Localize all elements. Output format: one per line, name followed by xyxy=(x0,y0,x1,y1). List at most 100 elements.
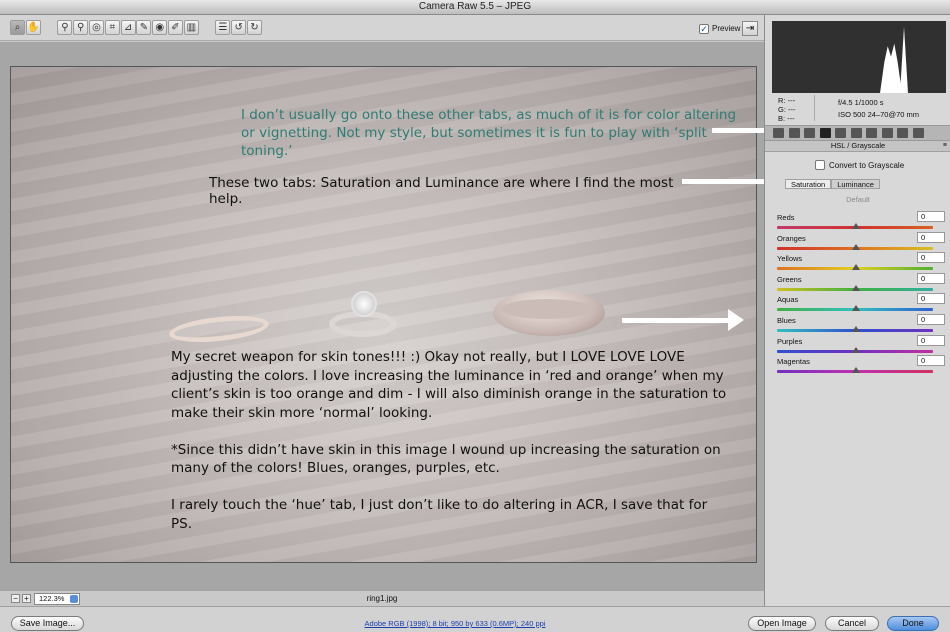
slider-value-field[interactable]: 0 xyxy=(917,211,945,222)
hsl-subtabs: Saturation Luminance xyxy=(785,179,880,189)
green-readout: G: --- xyxy=(778,105,796,114)
slider-greens: Greens 0 xyxy=(777,272,945,295)
fullscreen-mode-button[interactable]: ⇥ xyxy=(742,21,758,36)
preview-checkbox[interactable]: ✓ xyxy=(699,23,709,34)
cancel-button[interactable]: Cancel xyxy=(825,616,879,631)
tool-bar: ✓ Preview ⇥ ⌕ ✋ ⚲ ⚲ ◎ ⌗ ⊿ ✎ ◉ ✐ ▥ ☰ ↺ ↻ xyxy=(0,15,764,41)
slider-magentas: Magentas 0 xyxy=(777,355,945,377)
wedding-band-inner xyxy=(501,299,593,319)
done-button[interactable]: Done xyxy=(887,616,939,631)
slider-oranges: Oranges 0 xyxy=(777,231,945,254)
slider-value-field[interactable]: 0 xyxy=(917,293,945,305)
slider-thumb[interactable] xyxy=(852,243,860,250)
preview-toggle[interactable]: ✓ Preview xyxy=(699,23,740,34)
slider-thumb[interactable] xyxy=(852,367,860,374)
camera-info: R: --- G: --- B: --- f/4.5 1/1000 s ISO … xyxy=(772,95,946,123)
zoom-tool-icon[interactable]: ⌕ xyxy=(10,20,25,35)
slider-thumb[interactable] xyxy=(852,264,860,271)
histogram-peak xyxy=(880,43,902,93)
split-toning-tab-icon[interactable] xyxy=(835,128,846,138)
status-bar: − + 122.3% ring1.jpg xyxy=(0,590,764,606)
adjustment-panel: R: --- G: --- B: --- f/4.5 1/1000 s ISO … xyxy=(764,15,950,606)
slider-thumb[interactable] xyxy=(852,346,860,353)
slider-label: Reds xyxy=(777,213,795,222)
targeted-adjustment-tool-icon[interactable]: ◎ xyxy=(89,20,104,35)
extra-tab-icon[interactable] xyxy=(912,128,924,138)
basic-tab-icon[interactable] xyxy=(773,128,784,138)
white-balance-tool-icon[interactable]: ⚲ xyxy=(57,20,73,35)
window-title: Camera Raw 5.5 – JPEG xyxy=(0,0,950,15)
file-name: ring1.jpg xyxy=(366,594,398,603)
snapshots-tab-icon[interactable] xyxy=(897,128,908,138)
crop-tool-icon[interactable]: ⌗ xyxy=(104,20,120,35)
bottom-bar: Save Image... Adobe RGB (1998); 8 bit; 9… xyxy=(0,606,950,632)
convert-to-grayscale[interactable]: Convert to Grayscale xyxy=(815,160,904,170)
split-toning-caption: I don’t usually go onto these other tabs… xyxy=(241,107,737,159)
rotate-left-icon[interactable]: ↺ xyxy=(231,20,247,35)
red-readout: R: --- xyxy=(778,96,796,105)
slider-thumb[interactable] xyxy=(852,326,860,332)
slider-thumb[interactable] xyxy=(852,284,860,291)
slider-reds: Reds 0 xyxy=(777,211,945,233)
panel-menu-icon[interactable]: ≡ xyxy=(943,141,947,151)
hsl-tab-icon[interactable] xyxy=(819,128,831,138)
slider-label: Magentas xyxy=(777,357,810,367)
panel-tab-bar xyxy=(765,125,950,141)
aperture-shutter: f/4.5 1/1000 s xyxy=(838,98,884,107)
lens-tab-icon[interactable] xyxy=(850,128,862,138)
spot-removal-tool-icon[interactable]: ✎ xyxy=(136,20,152,35)
slider-aquas: Aquas 0 xyxy=(777,293,945,315)
slider-label: Purples xyxy=(777,336,803,346)
graduated-filter-icon[interactable]: ▥ xyxy=(183,20,199,35)
histogram-peak xyxy=(900,27,908,93)
slider-label: Oranges xyxy=(777,233,806,243)
rotate-right-icon[interactable]: ↻ xyxy=(247,20,262,35)
preview-label: Preview xyxy=(712,24,741,33)
camera-calibration-tab-icon[interactable] xyxy=(866,128,877,138)
info-divider xyxy=(814,95,815,121)
slider-yellows: Yellows 0 xyxy=(777,252,945,274)
color-sampler-tool-icon[interactable]: ⚲ xyxy=(73,20,89,35)
arrow-to-sliders xyxy=(622,309,744,331)
photo-preview[interactable]: I don’t usually go onto these other tabs… xyxy=(10,66,757,563)
straighten-tool-icon[interactable]: ⊿ xyxy=(120,20,136,35)
tone-curve-tab-icon[interactable] xyxy=(788,128,800,138)
body-caption: My secret weapon for skin tones!!! :) Ok… xyxy=(171,348,731,552)
histogram xyxy=(772,21,946,93)
open-image-button[interactable]: Open Image xyxy=(748,616,816,631)
blue-readout: B: --- xyxy=(778,114,795,123)
panel-header: HSL / Grayscale ≡ xyxy=(765,141,950,152)
default-button[interactable]: Default xyxy=(765,195,950,204)
slider-label: Blues xyxy=(777,316,796,325)
caption-paragraph: *Since this didn’t have skin in this ima… xyxy=(171,441,721,477)
slider-value-field[interactable]: 0 xyxy=(917,355,945,367)
caption-paragraph: My secret weapon for skin tones!!! :) Ok… xyxy=(171,349,727,421)
red-eye-tool-icon[interactable]: ◉ xyxy=(152,20,168,35)
image-viewer[interactable]: I don’t usually go onto these other tabs… xyxy=(0,42,764,590)
slider-thumb[interactable] xyxy=(852,305,860,312)
panel-title: HSL / Grayscale xyxy=(830,141,886,150)
slider-blues: Blues 0 xyxy=(777,314,945,336)
slider-value-field[interactable]: 0 xyxy=(917,314,945,325)
detail-tab-icon[interactable] xyxy=(804,128,815,138)
slider-value-field[interactable]: 0 xyxy=(917,334,945,346)
slider-purples: Purples 0 xyxy=(777,334,945,357)
tab-saturation[interactable]: Saturation xyxy=(785,179,832,189)
hand-tool-icon[interactable]: ✋ xyxy=(25,20,41,35)
rgb-readout: R: --- G: --- B: --- xyxy=(778,96,796,123)
iso-focal-length: ISO 500 24–70@70 mm xyxy=(838,110,919,119)
convert-checkbox[interactable] xyxy=(815,160,825,170)
exif-info: f/4.5 1/1000 s ISO 500 24–70@70 mm xyxy=(838,97,919,121)
slider-thumb[interactable] xyxy=(852,223,860,229)
adjustment-brush-icon[interactable]: ✐ xyxy=(168,20,183,35)
engagement-ring-diamond xyxy=(351,291,377,317)
presets-tab-icon[interactable] xyxy=(881,128,893,138)
slider-value-field[interactable]: 0 xyxy=(917,231,945,243)
preferences-icon[interactable]: ☰ xyxy=(215,20,231,35)
convert-label: Convert to Grayscale xyxy=(829,160,905,170)
tab-luminance[interactable]: Luminance xyxy=(831,179,880,189)
slider-label: Aquas xyxy=(777,295,799,305)
slider-value-field[interactable]: 0 xyxy=(917,252,945,264)
slider-label: Greens xyxy=(777,274,802,284)
slider-value-field[interactable]: 0 xyxy=(917,272,945,284)
